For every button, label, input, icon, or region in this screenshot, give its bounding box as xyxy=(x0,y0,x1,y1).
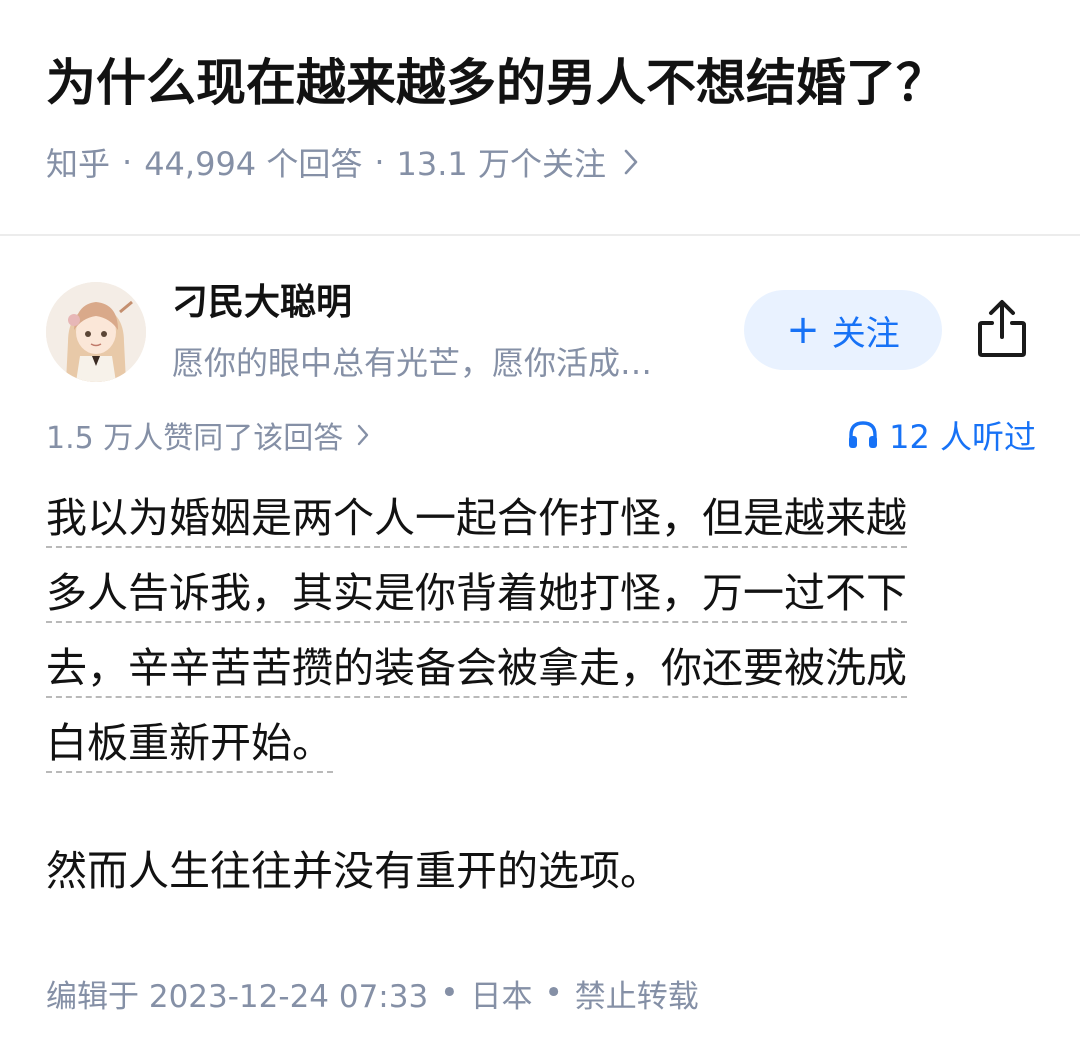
headphone-icon xyxy=(847,420,879,450)
anime-girl-avatar-icon xyxy=(46,282,146,382)
plus-icon: + xyxy=(786,307,820,353)
chevron-right-icon xyxy=(624,149,638,175)
answer-text-line[interactable]: 多人告诉我，其实是你背着她打怪，万一过不下 xyxy=(46,565,907,623)
question-meta[interactable]: 知乎 · 44,994 个回答 · 13.1 万个关注 xyxy=(46,138,638,186)
author-name[interactable]: 刁民大聪明 xyxy=(172,278,352,328)
listen-count-link[interactable]: 12 人听过 xyxy=(847,410,1036,460)
vote-count-link[interactable]: 1.5 万人赞同了该回答 xyxy=(46,412,369,458)
answer-footer-meta: 编辑于 2023-12-24 07:33 • 日本 • 禁止转载 xyxy=(46,968,699,1018)
source-label: 知乎 xyxy=(46,145,111,183)
section-divider xyxy=(0,234,1080,236)
share-button[interactable] xyxy=(972,296,1032,362)
answer-text-line[interactable]: 白板重新开始。 xyxy=(46,715,333,773)
follower-count: 13.1 万个关注 xyxy=(396,145,606,183)
ip-region: 日本 xyxy=(470,978,533,1015)
answer-text-line[interactable]: 我以为婚姻是两个人一起合作打怪，但是越来越 xyxy=(46,490,907,548)
author-avatar[interactable] xyxy=(46,282,146,382)
meta-separator: · xyxy=(122,143,133,181)
answer-count: 44,994 个回答 xyxy=(144,145,363,183)
meta-separator: • xyxy=(440,975,459,1011)
answer-paragraph: 然而人生往往并没有重开的选项。 xyxy=(46,847,661,895)
meta-separator: · xyxy=(374,143,385,181)
vote-count: 1.5 万人赞同了该回答 xyxy=(46,421,344,456)
edit-time: 编辑于 2023-12-24 07:33 xyxy=(46,978,429,1015)
author-bio: 愿你的眼中总有光芒，愿你活成… xyxy=(172,344,653,382)
question-title[interactable]: 为什么现在越来越多的男人不想结婚了？ xyxy=(46,50,1046,116)
listen-count: 12 人听过 xyxy=(889,418,1036,456)
share-icon xyxy=(978,300,1026,357)
meta-separator: • xyxy=(544,975,563,1011)
follow-button[interactable]: + 关注 xyxy=(744,290,942,370)
copyright-notice: 禁止转载 xyxy=(574,978,699,1015)
follow-label: 关注 xyxy=(831,313,900,354)
chevron-right-icon xyxy=(357,424,369,446)
answer-text-line[interactable]: 去，辛辛苦苦攒的装备会被拿走，你还要被洗成 xyxy=(46,640,907,698)
